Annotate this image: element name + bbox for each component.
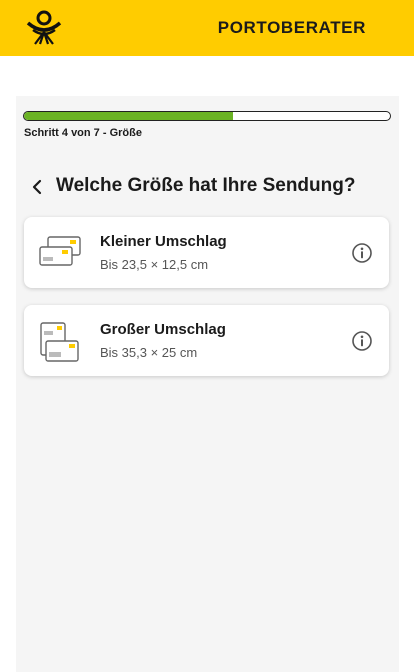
option-title: Großer Umschlag <box>100 321 226 338</box>
option-card-large-envelope[interactable]: Großer Umschlag Bis 35,3 × 25 cm <box>24 305 389 376</box>
option-title: Kleiner Umschlag <box>100 233 227 250</box>
app-title: PORTOBERATER <box>217 18 366 37</box>
info-icon[interactable] <box>351 242 373 264</box>
chevron-left-icon <box>32 179 42 195</box>
option-subtitle: Bis 35,3 × 25 cm <box>100 345 198 360</box>
large-envelope-icon <box>40 322 79 362</box>
option-card-small-envelope[interactable]: Kleiner Umschlag Bis 23,5 × 12,5 cm <box>24 217 389 288</box>
small-envelope-icon <box>39 236 81 266</box>
step-panel: Schritt 4 von 7 - Größe Welche Größe hat… <box>16 96 399 672</box>
option-subtitle: Bis 23,5 × 12,5 cm <box>100 257 209 272</box>
posthorn-logo-icon[interactable] <box>24 10 64 46</box>
step-label: Schritt 4 von 7 - Größe <box>24 127 142 139</box>
app-header: PORTOBERATER <box>0 0 414 56</box>
progress-fill <box>24 112 233 120</box>
progress-bar <box>23 111 391 121</box>
back-button[interactable] <box>26 176 48 198</box>
question-title: Welche Größe hat Ihre Sendung? <box>56 175 356 196</box>
info-icon[interactable] <box>351 330 373 352</box>
